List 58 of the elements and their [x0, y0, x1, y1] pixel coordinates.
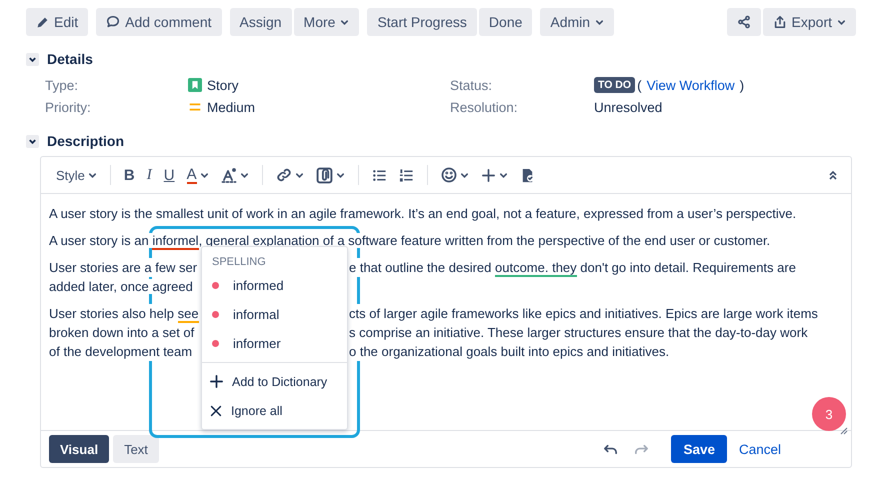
- chevron-down-icon: [28, 136, 37, 146]
- mode-tab[interactable]: Visual: [49, 435, 110, 463]
- menu-item[interactable]: Ignore all: [202, 396, 347, 425]
- style-dropdown[interactable]: Style: [51, 162, 102, 188]
- view-workflow-link[interactable]: View Workflow: [646, 78, 735, 93]
- bookmark-square-icon: [188, 78, 202, 92]
- resize-handle-icon: [840, 427, 848, 435]
- suggestion-item[interactable]: informer: [202, 329, 347, 358]
- menu-heading: SPELLING: [211, 255, 267, 270]
- plus-icon: [209, 374, 224, 389]
- close-icon: [209, 404, 223, 418]
- menu-item[interactable]: Add to Dictionary: [202, 367, 347, 396]
- action-button[interactable]: Start Progress: [367, 8, 477, 36]
- action-button[interactable]: Admin: [540, 8, 614, 36]
- action-button[interactable]: Done: [478, 8, 532, 36]
- chevron-down-icon: [28, 54, 37, 64]
- plus-icon: [480, 168, 496, 182]
- status-lozenge: TO DO: [594, 77, 636, 94]
- section-title: Details: [47, 51, 93, 67]
- bulleted-list-icon: [372, 168, 387, 182]
- field-value: Story: [207, 78, 239, 93]
- collapse-toggle[interactable]: [26, 52, 39, 66]
- suggestion-item[interactable]: informal: [202, 300, 347, 329]
- mode-tab[interactable]: Text: [113, 435, 159, 463]
- underline-button[interactable]: U: [158, 162, 180, 188]
- field-value: Unresolved: [594, 100, 662, 115]
- save-button[interactable]: Save: [671, 435, 727, 463]
- field-label: Type:: [45, 78, 80, 93]
- text-color-button[interactable]: A: [182, 162, 214, 188]
- share-icon: [736, 15, 751, 29]
- link-icon: [276, 167, 292, 183]
- double-chevron-up-icon: [828, 170, 838, 180]
- field-label: Priority:: [45, 100, 92, 115]
- action-button[interactable]: More: [294, 8, 360, 36]
- field-value: Medium: [207, 100, 256, 115]
- action-button[interactable]: Add comment: [96, 8, 222, 36]
- field-label: Resolution:: [450, 100, 519, 115]
- action-button[interactable]: Export: [762, 8, 856, 36]
- cancel-link[interactable]: Cancel: [730, 442, 789, 456]
- section-title: Description: [47, 133, 124, 149]
- clear-format-icon: [220, 167, 237, 183]
- italic-button[interactable]: I: [142, 162, 157, 188]
- collapse-toggle[interactable]: [26, 134, 39, 148]
- count-badge: 3: [812, 397, 846, 431]
- action-button[interactable]: Assign: [230, 8, 292, 36]
- numbered-list-icon: [398, 168, 414, 182]
- parenthesis: (: [637, 78, 642, 93]
- upload-icon: [772, 15, 787, 29]
- speech-bubble-icon: [106, 15, 120, 29]
- field-label: Status:: [450, 78, 494, 93]
- suggestion-item[interactable]: informed: [202, 271, 347, 300]
- parenthesis: ): [740, 78, 744, 93]
- action-button[interactable]: Edit: [26, 8, 88, 36]
- paperclip-icon: [316, 166, 333, 184]
- smiley-icon: [440, 167, 457, 183]
- icon-button[interactable]: [726, 8, 761, 36]
- bold-button[interactable]: B: [118, 162, 140, 188]
- pencil-icon: [36, 16, 49, 28]
